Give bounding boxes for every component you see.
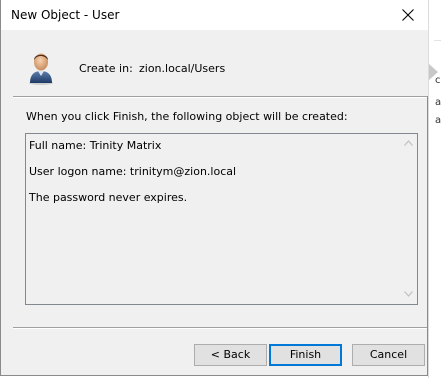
dialog-header: Create in: zion.local/Users <box>1 30 428 96</box>
vertical-scrollbar[interactable] <box>400 134 417 304</box>
screen: c a a New Object - User Create in: zion.… <box>0 0 441 378</box>
user-icon <box>29 53 53 85</box>
back-button[interactable]: < Back <box>194 344 267 366</box>
background-window-edge: c a a <box>428 0 441 378</box>
background-text-fragment: a <box>435 115 441 126</box>
cancel-button[interactable]: Cancel <box>352 344 425 366</box>
finish-button[interactable]: Finish <box>269 344 342 366</box>
summary-description: When you click Finish, the following obj… <box>26 110 348 123</box>
background-text-fragment: c <box>435 75 441 86</box>
summary-textbox[interactable]: Full name: Trinity Matrix User logon nam… <box>25 133 418 305</box>
footer-separator <box>13 327 427 329</box>
scroll-down-arrow-icon[interactable] <box>404 291 413 297</box>
summary-line-password: The password never expires. <box>29 191 188 204</box>
scroll-up-arrow-icon[interactable] <box>404 140 413 146</box>
header-separator <box>13 96 427 98</box>
window-title: New Object - User <box>11 8 120 22</box>
summary-line-logon-name: User logon name: trinitym@zion.local <box>29 165 237 178</box>
close-button[interactable] <box>388 0 428 30</box>
create-in-path: zion.local/Users <box>139 62 226 75</box>
new-object-user-dialog: New Object - User Create in: zion.local/… <box>0 0 428 376</box>
summary-line-full-name: Full name: Trinity Matrix <box>29 139 162 152</box>
title-bar[interactable]: New Object - User <box>1 0 428 30</box>
close-icon <box>402 9 414 21</box>
background-divider <box>434 40 441 41</box>
create-in-label: Create in: <box>79 62 133 75</box>
background-text-fragment: a <box>435 97 441 108</box>
